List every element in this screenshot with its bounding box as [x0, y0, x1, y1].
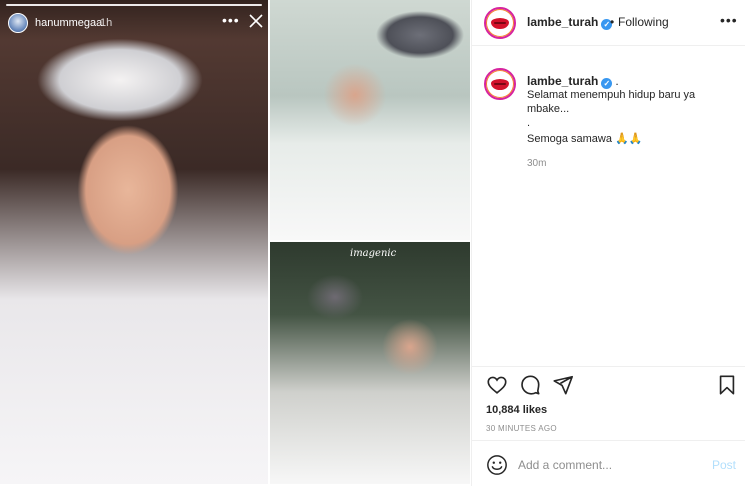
caption-line: mbake...	[527, 103, 570, 115]
lips-logo-icon	[491, 18, 509, 29]
caption-line: Semoga samawa 🙏🙏	[527, 133, 643, 145]
header-username[interactable]: lambe_turah ✓	[527, 15, 613, 30]
story-time: 1h	[100, 17, 113, 29]
post-timestamp: 30 MINUTES AGO	[486, 424, 557, 433]
wedding-photo-bottom: imagenic	[270, 242, 470, 484]
heart-icon[interactable]	[486, 374, 508, 396]
photo-watermark: imagenic	[350, 248, 397, 259]
post-caption	[472, 56, 745, 366]
caption-line: Selamat menempuh hidup baru ya	[527, 89, 696, 101]
close-icon	[249, 14, 263, 28]
comment-icon[interactable]	[519, 374, 541, 396]
caption-username[interactable]: lambe_turah ✓.	[527, 74, 619, 89]
more-horizontal-icon[interactable]: •••	[720, 12, 738, 28]
emoji-icon[interactable]	[486, 454, 508, 476]
caption-line: .	[527, 117, 531, 129]
caption-suffix: .	[615, 74, 619, 88]
bookmark-icon[interactable]	[716, 374, 738, 396]
verified-badge-icon: ✓	[601, 78, 613, 89]
post-side-panel: lambe_turah ✓ • Following ••• lambe_turah…	[471, 0, 745, 486]
comment-bar: Post	[472, 440, 745, 486]
caption-time[interactable]: 30m	[527, 158, 546, 169]
post-header: lambe_turah ✓ • Following •••	[472, 0, 745, 46]
story-avatar	[8, 13, 28, 33]
post-comment-button[interactable]: Post	[712, 458, 736, 472]
likes-count[interactable]: 10,884 likes	[486, 404, 547, 416]
avatar[interactable]	[484, 68, 516, 100]
avatar[interactable]	[484, 7, 516, 39]
story-progress-bar	[6, 4, 262, 6]
post-actions: 10,884 likes 30 MINUTES AGO	[472, 366, 745, 446]
header-username-text[interactable]: lambe_turah	[527, 15, 598, 29]
story-screenshot-photo: hanummegaa 1h •••	[0, 0, 268, 484]
story-username: hanummegaa	[35, 17, 103, 29]
caption-username-text[interactable]: lambe_turah	[527, 74, 598, 88]
wedding-photo-top	[270, 0, 470, 240]
header-separator: •	[610, 15, 615, 29]
more-horizontal-icon: •••	[222, 12, 240, 28]
comment-input[interactable]	[518, 455, 708, 475]
following-button[interactable]: Following	[618, 15, 669, 29]
share-icon[interactable]	[552, 374, 574, 396]
lips-logo-icon	[491, 79, 509, 90]
post-media[interactable]: hanummegaa 1h ••• imagenic	[0, 0, 470, 486]
